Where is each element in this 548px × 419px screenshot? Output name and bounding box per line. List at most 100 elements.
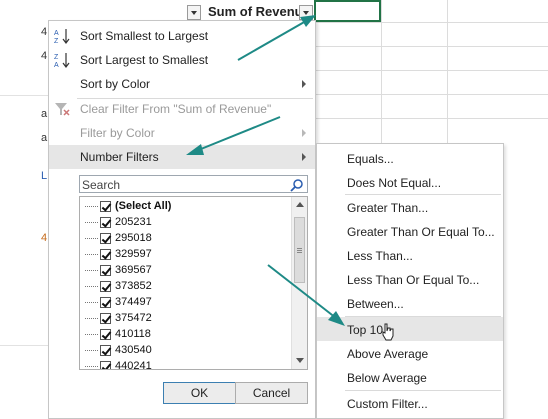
filter-dropdown-button[interactable]	[187, 5, 201, 20]
chevron-down-icon	[303, 11, 309, 15]
grip-line	[297, 248, 302, 249]
row-divider	[0, 345, 48, 346]
gridline	[316, 118, 548, 119]
cancel-button[interactable]: Cancel	[235, 382, 308, 404]
menu-item-label: Number Filters	[80, 150, 159, 164]
filter-above-average[interactable]: Above Average	[317, 341, 503, 365]
tree-connector	[85, 350, 98, 351]
cell-fragment: 4	[41, 26, 48, 38]
menu-item-label: Clear Filter From "Sum of Revenue"	[80, 102, 272, 116]
vertical-scrollbar[interactable]	[291, 197, 307, 369]
list-item[interactable]: 369567	[80, 263, 290, 279]
list-item-label: 430540	[115, 344, 152, 356]
search-icon	[290, 179, 303, 192]
cell-fragment: 4	[41, 50, 48, 62]
chevron-right-icon	[302, 153, 306, 161]
list-item[interactable]: 373852	[80, 279, 290, 295]
checkbox[interactable]	[100, 265, 111, 276]
list-item-label: 373852	[115, 280, 152, 292]
sort-by-color[interactable]: Sort by Color	[49, 72, 315, 96]
number-filters[interactable]: Number Filters	[49, 145, 315, 169]
scrollbar-thumb[interactable]	[294, 217, 305, 283]
submenu-item-label: Equals...	[347, 152, 394, 166]
grip-line	[297, 252, 302, 253]
list-item[interactable]: 295018	[80, 231, 290, 247]
tree-connector	[85, 222, 98, 223]
checkbox[interactable]	[100, 233, 111, 244]
list-item[interactable]: 205231	[80, 215, 290, 231]
submenu-item-label: Below Average	[347, 371, 427, 385]
checkbox[interactable]	[100, 281, 111, 292]
filter-does-not-equal[interactable]: Does Not Equal...	[317, 170, 503, 194]
value-list: (Select All) 205231 295018 329597 369567…	[79, 196, 308, 370]
list-item[interactable]: (Select All)	[80, 199, 290, 215]
filter-less-than-or-equal[interactable]: Less Than Or Equal To...	[317, 267, 503, 291]
submenu-item-label: Less Than Or Equal To...	[347, 273, 480, 287]
autofilter-menu: A Z Sort Smallest to Largest Z A Sort La…	[48, 20, 316, 419]
search-input[interactable]: Search	[79, 175, 308, 193]
chevron-right-icon	[302, 129, 306, 137]
tree-connector	[85, 286, 98, 287]
svg-text:A: A	[54, 30, 59, 37]
scroll-up-arrow-icon[interactable]	[296, 202, 304, 207]
list-item-label: 329597	[115, 248, 152, 260]
list-item-label: 410118	[115, 328, 151, 340]
ok-button[interactable]: OK	[163, 382, 236, 404]
svg-text:Z: Z	[54, 38, 59, 45]
gridline	[316, 70, 548, 71]
checkbox[interactable]	[100, 313, 111, 324]
filter-top-10[interactable]: Top 10...	[317, 317, 503, 341]
tree-connector	[85, 366, 98, 367]
checkbox[interactable]	[100, 297, 111, 308]
filter-equals[interactable]: Equals...	[317, 146, 503, 170]
submenu-item-label: Between...	[347, 297, 404, 311]
submenu-item-label: Less Than...	[347, 249, 413, 263]
selected-cell[interactable]	[314, 0, 381, 22]
sum-of-revenue-filter-button[interactable]	[299, 5, 313, 20]
tree-connector	[85, 318, 98, 319]
sort-descending-icon: Z A	[54, 53, 70, 69]
checkbox[interactable]	[100, 249, 111, 260]
clear-filter[interactable]: Clear Filter From "Sum of Revenue"	[49, 97, 315, 121]
list-item-label: 205231	[115, 216, 152, 228]
chevron-right-icon	[302, 80, 306, 88]
gridline	[316, 22, 548, 23]
list-item[interactable]: 329597	[80, 247, 290, 263]
filter-greater-than-or-equal[interactable]: Greater Than Or Equal To...	[317, 219, 503, 243]
filter-between[interactable]: Between...	[317, 291, 503, 315]
filter-less-than[interactable]: Less Than...	[317, 243, 503, 267]
checkbox[interactable]	[100, 361, 111, 369]
sort-smallest-to-largest[interactable]: A Z Sort Smallest to Largest	[49, 24, 315, 48]
clear-filter-icon	[55, 103, 70, 116]
svg-text:Z: Z	[54, 54, 59, 61]
sort-ascending-icon: A Z	[54, 29, 70, 45]
gridline	[381, 0, 382, 145]
menu-item-label: Sort Smallest to Largest	[80, 29, 209, 43]
filter-below-average[interactable]: Below Average	[317, 365, 503, 389]
list-item[interactable]: 410118	[80, 327, 290, 343]
submenu-item-label: Greater Than...	[347, 201, 429, 215]
sort-largest-to-smallest[interactable]: Z A Sort Largest to Smallest	[49, 48, 315, 72]
checkbox[interactable]	[100, 329, 111, 340]
tree-connector	[85, 270, 98, 271]
list-item-label: 295018	[115, 232, 152, 244]
filter-custom[interactable]: Custom Filter...	[317, 391, 503, 415]
grip-line	[297, 250, 302, 251]
checkbox[interactable]	[100, 345, 111, 356]
scroll-down-arrow-icon[interactable]	[296, 358, 304, 363]
tree-connector	[85, 254, 98, 255]
list-item[interactable]: 374497	[80, 295, 290, 311]
submenu-item-label: Greater Than Or Equal To...	[347, 225, 495, 239]
submenu-item-label: Does Not Equal...	[347, 176, 442, 190]
checkbox[interactable]	[100, 217, 111, 228]
list-item[interactable]: 440241	[80, 359, 290, 369]
list-item-label: 374497	[115, 296, 152, 308]
filter-by-color[interactable]: Filter by Color	[49, 121, 315, 145]
list-item[interactable]: 375472	[80, 311, 290, 327]
cell-fragment: 4	[41, 232, 48, 244]
list-item-label: 375472	[115, 312, 152, 324]
gridline	[316, 94, 548, 95]
list-item[interactable]: 430540	[80, 343, 290, 359]
filter-greater-than[interactable]: Greater Than...	[317, 195, 503, 219]
checkbox[interactable]	[100, 201, 111, 212]
